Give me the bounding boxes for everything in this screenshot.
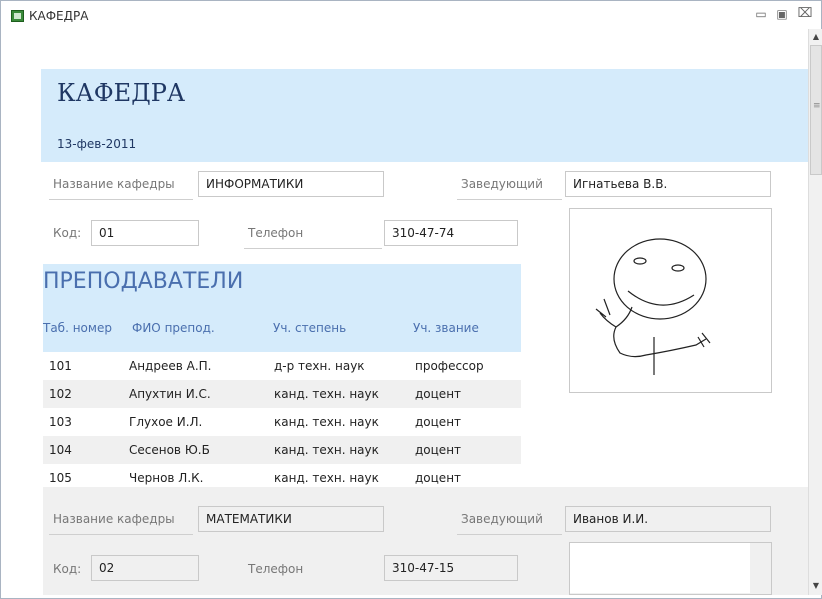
window-title: КАФЕДРА <box>29 9 89 23</box>
cell-name: Чернов Л.К. <box>129 471 204 485</box>
label-underline <box>457 534 562 535</box>
label-underline <box>49 534 193 535</box>
col-header-degree: Уч. степень <box>273 321 347 335</box>
scroll-down-arrow-icon[interactable]: ▼ <box>809 579 822 593</box>
col-header-id: Таб. номер <box>43 321 112 335</box>
table-row: 104 Сесенов Ю.Б канд. техн. наук доцент <box>43 436 521 464</box>
table-row: 101 Андреев А.П. д-р техн. наук профессо… <box>43 352 521 380</box>
report-content: КАФЕДРА 13-фев-2011 Название кафедры ИНФ… <box>11 29 808 595</box>
cell-name: Андреев А.П. <box>129 359 212 373</box>
code-label: Код: <box>53 562 82 576</box>
minimize-icon[interactable]: ▭ <box>753 6 769 22</box>
form-icon <box>11 10 24 22</box>
head-field[interactable]: Игнатьева В.В. <box>565 171 771 197</box>
phone-label: Телефон <box>248 562 304 576</box>
title-bar[interactable]: КАФЕДРА ▭ ▣ ⌧ <box>1 1 821 29</box>
phone-field[interactable]: 310-47-15 <box>384 555 518 581</box>
grip-icon: ≡ <box>813 101 821 111</box>
phone-field[interactable]: 310-47-74 <box>384 220 518 246</box>
cell-id: 103 <box>49 415 72 429</box>
cell-rank: доцент <box>415 443 462 457</box>
cell-rank: доцент <box>415 415 462 429</box>
col-header-name: ФИО препод. <box>132 321 215 335</box>
phone-label: Телефон <box>248 226 304 240</box>
label-underline <box>457 199 562 200</box>
code-field[interactable]: 02 <box>91 555 199 581</box>
dept-name-label: Название кафедры <box>53 512 175 526</box>
cell-rank: доцент <box>415 387 462 401</box>
code-field[interactable]: 01 <box>91 220 199 246</box>
report-date: 13-фев-2011 <box>57 137 137 151</box>
cell-rank: профессор <box>415 359 484 373</box>
cell-id: 102 <box>49 387 72 401</box>
cell-degree: д-р техн. наук <box>274 359 365 373</box>
smiley-drawing-icon <box>595 238 711 375</box>
close-icon[interactable]: ⌧ <box>797 6 813 22</box>
cell-id: 101 <box>49 359 72 373</box>
cell-degree: канд. техн. наук <box>274 387 379 401</box>
report-title: КАФЕДРА <box>57 79 186 107</box>
cell-id: 105 <box>49 471 72 485</box>
cell-id: 104 <box>49 443 72 457</box>
cell-name: Апухтин И.С. <box>129 387 211 401</box>
cell-rank: доцент <box>415 471 462 485</box>
table-row: 103 Глухое И.Л. канд. техн. наук доцент <box>43 408 521 436</box>
label-underline <box>244 248 382 249</box>
head-label: Заведующий <box>461 177 543 191</box>
dept-name-label: Название кафедры <box>53 177 175 191</box>
cell-name: Глухое И.Л. <box>129 415 203 429</box>
teachers-title: ПРЕПОДАВАТЕЛИ <box>43 269 244 294</box>
scrollbar-thumb[interactable]: ≡ <box>810 45 822 175</box>
cell-degree: канд. техн. наук <box>274 471 379 485</box>
label-underline <box>49 199 193 200</box>
head-field[interactable]: Иванов И.И. <box>565 506 771 532</box>
head-photo <box>569 208 772 393</box>
head-photo <box>569 542 772 595</box>
scroll-up-arrow-icon[interactable]: ▲ <box>809 30 822 44</box>
col-header-rank: Уч. звание <box>413 321 479 335</box>
maximize-icon[interactable]: ▣ <box>774 6 790 22</box>
cell-degree: канд. техн. наук <box>274 415 379 429</box>
table-row: 102 Апухтин И.С. канд. техн. наук доцент <box>43 380 521 408</box>
report-window: КАФЕДРА ▭ ▣ ⌧ КАФЕДРА 13-фев-2011 Назван… <box>0 0 822 599</box>
code-label: Код: <box>53 226 82 240</box>
dept-name-field[interactable]: МАТЕМАТИКИ <box>198 506 384 532</box>
cell-degree: канд. техн. наук <box>274 443 379 457</box>
head-label: Заведующий <box>461 512 543 526</box>
vertical-scrollbar[interactable]: ▲ ≡ ▼ <box>808 29 822 595</box>
cell-name: Сесенов Ю.Б <box>129 443 210 457</box>
dept-name-field[interactable]: ИНФОРМАТИКИ <box>198 171 384 197</box>
